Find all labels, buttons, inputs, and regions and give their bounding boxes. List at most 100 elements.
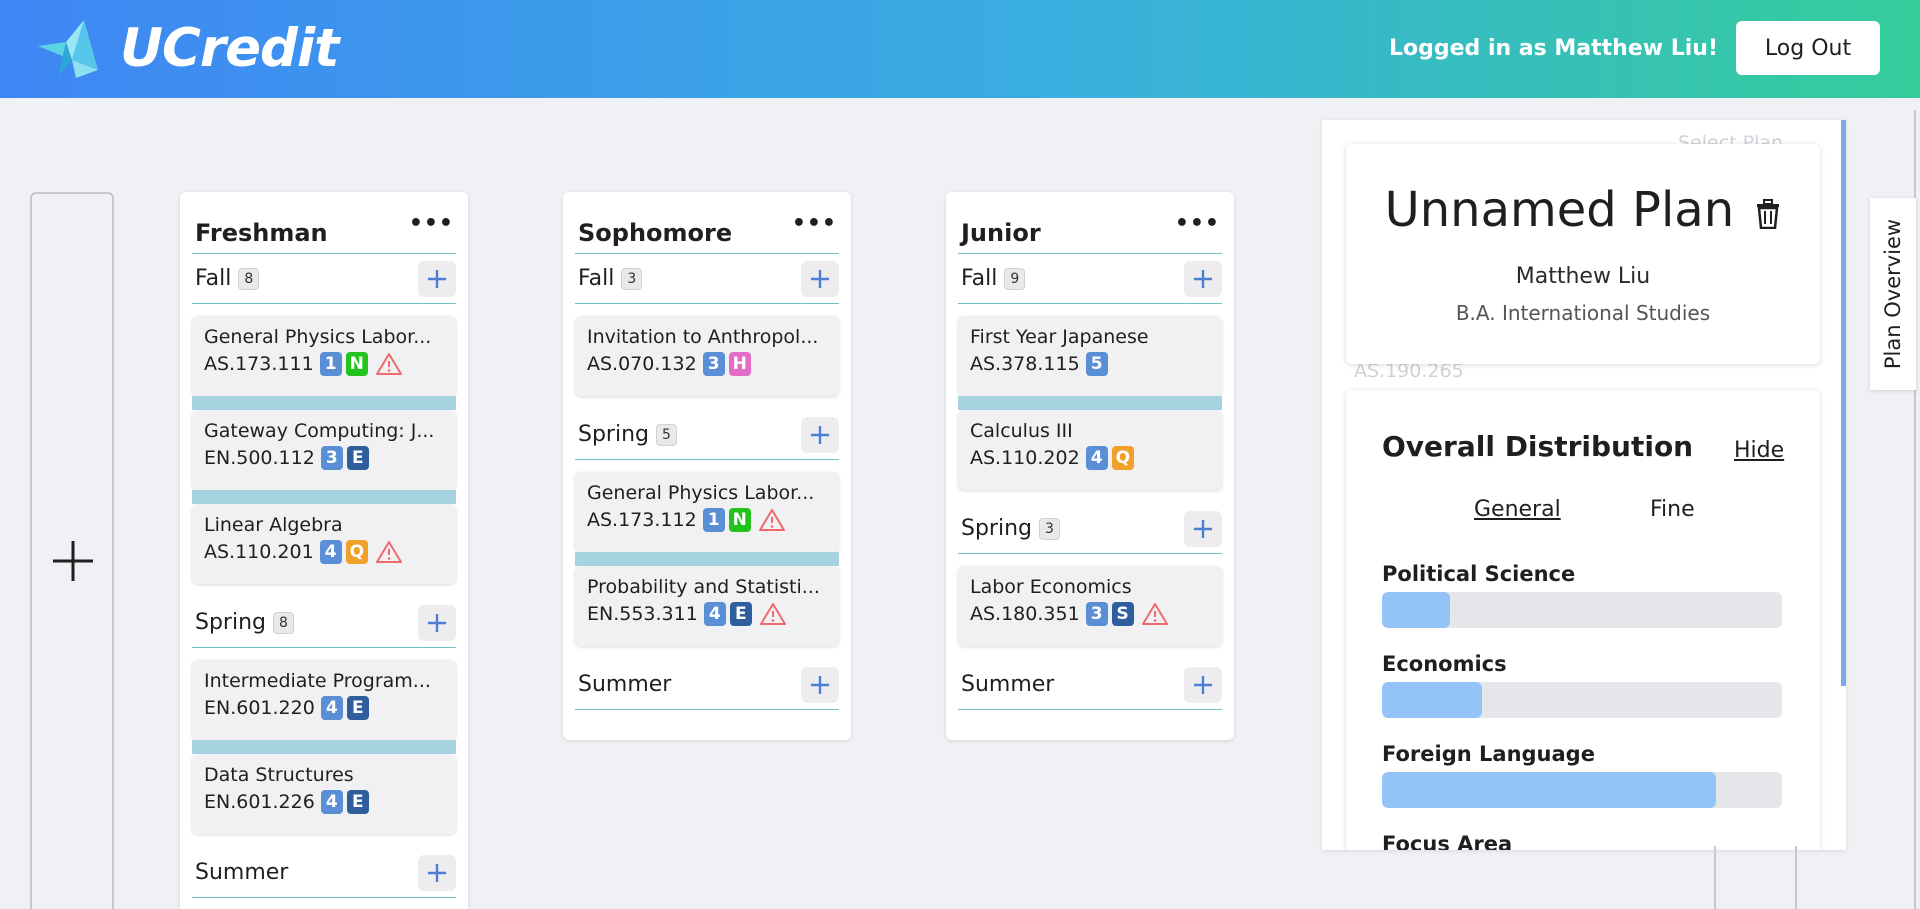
- area-badge: E: [346, 790, 369, 814]
- add-course-button[interactable]: [1184, 260, 1222, 297]
- credits-badge: 4: [320, 790, 343, 814]
- divider: [1795, 846, 1797, 909]
- semester-header: Fall 9: [958, 254, 1222, 304]
- area-badge: E: [346, 696, 369, 720]
- course-card[interactable]: Labor Economics AS.180.351 3 S: [958, 566, 1222, 646]
- warning-icon[interactable]: [758, 508, 785, 532]
- area-badge: N: [345, 352, 368, 376]
- course-card[interactable]: Data Structures EN.601.226 4 E: [192, 740, 456, 834]
- distribution-label: Economics: [1382, 652, 1507, 676]
- distribution-row[interactable]: Political Science: [1382, 562, 1782, 628]
- semester-name: Spring: [961, 516, 1032, 541]
- distribution-card: Overall Distribution Hide General Fine P…: [1346, 390, 1820, 850]
- logout-button[interactable]: Log Out: [1736, 21, 1880, 75]
- distribution-row[interactable]: Foreign Language: [1382, 742, 1782, 808]
- semester-name: Fall: [195, 266, 232, 291]
- semester-name: Summer: [578, 672, 672, 697]
- plan-panel-scrollbar[interactable]: [1841, 120, 1846, 686]
- semester-course-list: General Physics Labor... AS.173.111 1 N Gate…: [192, 304, 456, 598]
- semester-header: Fall 8: [192, 254, 456, 304]
- course-card[interactable]: Linear Algebra AS.110.201 4 Q: [192, 490, 456, 584]
- course-title: General Physics Labor...: [587, 482, 815, 504]
- warning-icon[interactable]: [375, 352, 402, 376]
- warning-icon[interactable]: [376, 540, 403, 564]
- add-course-button[interactable]: [418, 604, 456, 641]
- divider: [1714, 846, 1716, 909]
- course-card[interactable]: General Physics Labor... AS.173.112 1 N: [575, 472, 839, 552]
- plus-icon: [426, 268, 448, 290]
- plan-major[interactable]: B.A. International Studies: [1346, 301, 1820, 325]
- credits-badge: 3: [320, 446, 343, 470]
- area-badge: E: [346, 446, 369, 470]
- brand-name: UCredit: [120, 18, 339, 79]
- warning-icon[interactable]: [759, 602, 786, 626]
- distribution-progress-fill: [1382, 592, 1450, 628]
- trash-icon[interactable]: [1755, 185, 1781, 241]
- course-card[interactable]: General Physics Labor... AS.173.111 1 N: [192, 316, 456, 396]
- course-card[interactable]: Invitation to Anthropol... AS.070.132 3 H: [575, 316, 839, 396]
- distribution-row[interactable]: Economics: [1382, 652, 1782, 718]
- semester-header: Fall 3: [575, 254, 839, 304]
- year-column-0: Freshman ••• Fall 8 General Physics Labor...…: [180, 192, 468, 909]
- ucredit-bird-logo-icon: [36, 20, 106, 78]
- semester-name: Spring: [195, 610, 266, 635]
- area-badge: S: [1111, 602, 1134, 626]
- tab-fine[interactable]: Fine: [1650, 497, 1695, 522]
- course-card[interactable]: First Year Japanese AS.378.115 5: [958, 316, 1222, 396]
- semester-header: Summer: [192, 848, 456, 898]
- semester-header: Spring 3: [958, 504, 1222, 554]
- distribution-label: Political Science: [1382, 562, 1576, 586]
- semester-credit-count: 5: [656, 423, 677, 446]
- add-course-button[interactable]: [801, 666, 839, 703]
- logged-in-text: Logged in as Matthew Liu!: [1388, 36, 1718, 61]
- semester-name: Fall: [961, 266, 998, 291]
- course-title: Intermediate Program...: [204, 670, 431, 692]
- plan-overview-label: Plan Overview: [1881, 218, 1906, 370]
- add-year-button[interactable]: [30, 192, 114, 909]
- course-title: Probability and Statisti...: [587, 576, 820, 598]
- course-card[interactable]: Gateway Computing: J... EN.500.112 3 E: [192, 396, 456, 490]
- warning-icon[interactable]: [1141, 602, 1168, 626]
- year-name[interactable]: Sophomore: [578, 219, 732, 247]
- course-title: Invitation to Anthropol...: [587, 326, 819, 348]
- distribution-row[interactable]: Focus Area: [1382, 832, 1782, 850]
- semester-course-list: First Year Japanese AS.378.115 5 Calculus I…: [958, 304, 1222, 504]
- course-card[interactable]: Probability and Statisti... EN.553.311 4 E: [575, 552, 839, 646]
- plus-icon: [1192, 674, 1214, 696]
- semester-header: Summer: [958, 660, 1222, 710]
- semester-course-list: General Physics Labor... AS.173.112 1 N Prob…: [575, 460, 839, 660]
- course-title: First Year Japanese: [970, 326, 1149, 348]
- hide-distribution-link[interactable]: Hide: [1734, 438, 1784, 463]
- credits-badge: 4: [703, 602, 726, 626]
- course-number: AS.110.201: [204, 541, 314, 563]
- course-card[interactable]: Intermediate Program... EN.601.220 4 E: [192, 660, 456, 740]
- add-course-button[interactable]: [418, 854, 456, 891]
- plan-overview-tab[interactable]: Plan Overview: [1870, 198, 1916, 390]
- semester-name: Summer: [961, 672, 1055, 697]
- plan-user-name: Matthew Liu: [1515, 264, 1651, 289]
- add-course-button[interactable]: [418, 260, 456, 297]
- more-options-icon[interactable]: •••: [792, 212, 837, 234]
- add-course-button[interactable]: [801, 416, 839, 453]
- add-course-button[interactable]: [1184, 510, 1222, 547]
- year-name[interactable]: Freshman: [195, 219, 328, 247]
- course-title: Labor Economics: [970, 576, 1132, 598]
- add-course-button[interactable]: [1184, 666, 1222, 703]
- plus-icon: [53, 541, 93, 581]
- more-options-icon[interactable]: •••: [409, 212, 454, 234]
- course-card[interactable]: Calculus III AS.110.202 4 Q: [958, 396, 1222, 490]
- course-title: Calculus III: [970, 420, 1073, 442]
- course-title: Data Structures: [204, 764, 354, 786]
- more-options-icon[interactable]: •••: [1175, 212, 1220, 234]
- course-title: Gateway Computing: J...: [204, 420, 435, 442]
- semester-name: Spring: [578, 422, 649, 447]
- tab-general[interactable]: General: [1474, 497, 1561, 522]
- year-name[interactable]: Junior: [961, 219, 1041, 247]
- course-number: AS.110.202: [970, 447, 1080, 469]
- plan-panel: Select Plan AS.190.265 Unnamed Plan Matt…: [1322, 120, 1846, 850]
- credits-badge: 4: [320, 696, 343, 720]
- add-course-button[interactable]: [801, 260, 839, 297]
- course-title: General Physics Labor...: [204, 326, 432, 348]
- plan-title[interactable]: Unnamed Plan: [1385, 182, 1735, 238]
- course-number: AS.180.351: [970, 603, 1080, 625]
